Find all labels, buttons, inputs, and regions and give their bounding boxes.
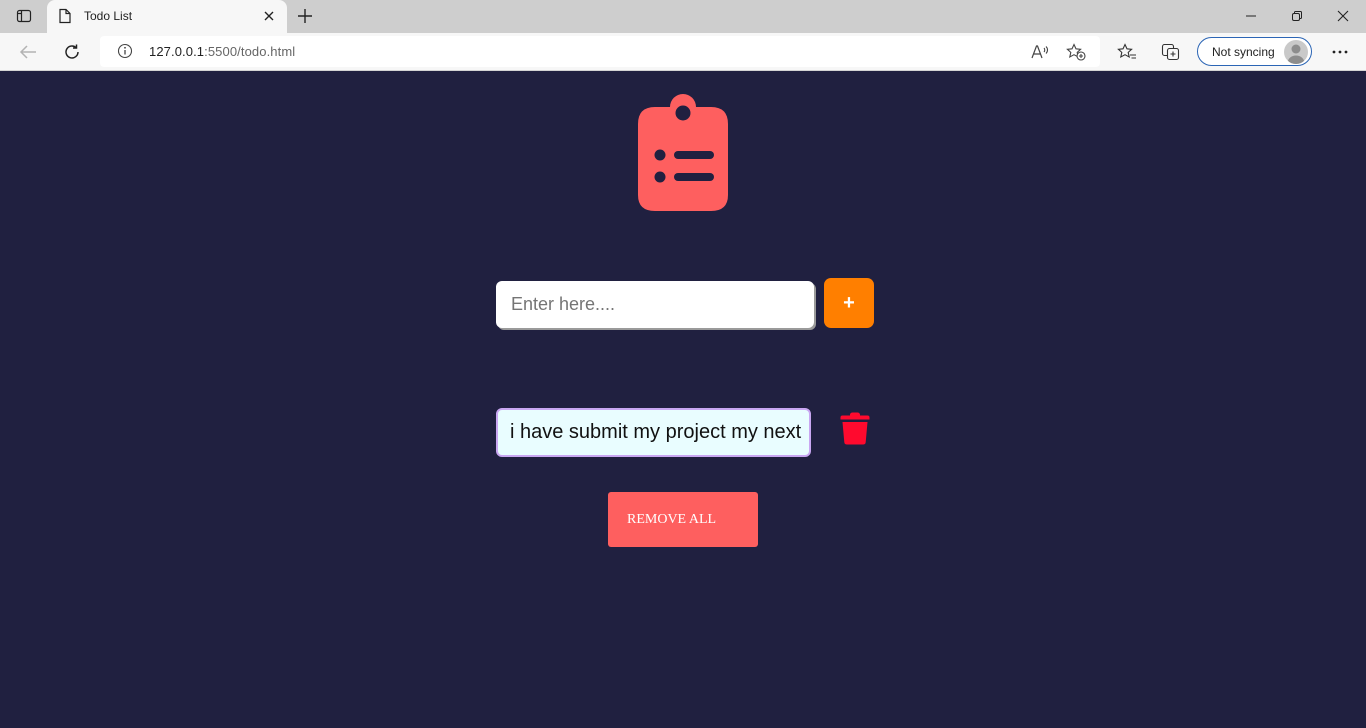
add-favorite-icon[interactable] bbox=[1065, 41, 1087, 63]
clipboard-list-icon bbox=[637, 91, 729, 212]
refresh-icon[interactable] bbox=[58, 39, 86, 65]
new-tab-icon[interactable] bbox=[294, 5, 316, 27]
restore-icon[interactable] bbox=[1283, 4, 1311, 28]
todo-input[interactable] bbox=[496, 281, 814, 328]
read-aloud-icon[interactable] bbox=[1029, 41, 1051, 63]
url-path: :5500/todo.html bbox=[204, 44, 296, 59]
todo-item-text: i have submit my project my next bbox=[510, 421, 802, 443]
profile-button[interactable]: Not syncing bbox=[1197, 37, 1312, 66]
todo-item[interactable]: i have submit my project my next bbox=[496, 408, 811, 457]
collections-icon[interactable] bbox=[1158, 39, 1184, 65]
back-icon[interactable] bbox=[14, 39, 42, 65]
remove-all-button[interactable]: REMOVE ALL bbox=[608, 492, 758, 547]
page-icon bbox=[58, 8, 72, 29]
avatar bbox=[1284, 40, 1308, 64]
more-menu-icon[interactable] bbox=[1327, 39, 1353, 65]
browser-tab-bar: Todo List bbox=[0, 0, 1366, 33]
page-viewport: + i have submit my project my next REMOV… bbox=[0, 71, 1366, 728]
browser-tab[interactable]: Todo List bbox=[47, 0, 287, 33]
address-bar[interactable]: 127.0.0.1:5500/todo.html bbox=[100, 36, 1100, 67]
trash-icon[interactable] bbox=[839, 410, 871, 446]
browser-toolbar: 127.0.0.1:5500/todo.html Not syncing bbox=[0, 33, 1366, 71]
url-text: 127.0.0.1:5500/todo.html bbox=[149, 44, 295, 59]
tab-actions-icon[interactable] bbox=[8, 4, 40, 28]
profile-status: Not syncing bbox=[1212, 45, 1275, 59]
close-window-icon[interactable] bbox=[1329, 4, 1357, 28]
site-info-icon[interactable] bbox=[117, 43, 133, 64]
tab-title: Todo List bbox=[84, 9, 133, 23]
close-tab-icon[interactable] bbox=[259, 6, 279, 26]
minimize-icon[interactable] bbox=[1237, 4, 1265, 28]
add-todo-button[interactable]: + bbox=[824, 278, 874, 328]
favorites-icon[interactable] bbox=[1114, 39, 1140, 65]
url-host: 127.0.0.1 bbox=[149, 44, 205, 59]
